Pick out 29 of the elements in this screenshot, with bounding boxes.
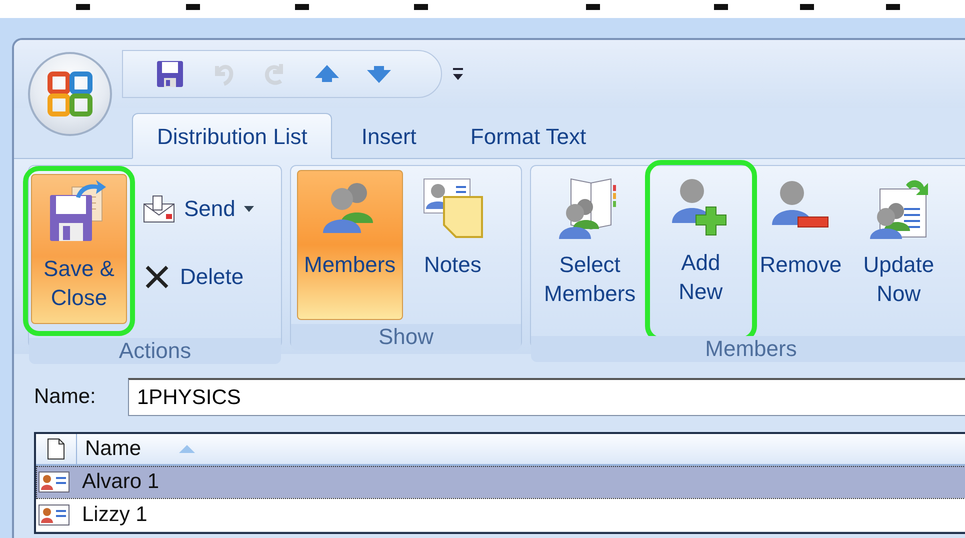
name-field[interactable]: 1PHYSICS bbox=[128, 378, 965, 416]
member-name: Alvaro 1 bbox=[82, 470, 160, 494]
group-label: Members bbox=[531, 336, 965, 362]
document-icon bbox=[46, 437, 66, 461]
send-button[interactable]: Send bbox=[137, 189, 260, 229]
remove-button[interactable]: Remove bbox=[752, 170, 849, 320]
envelope-icon bbox=[142, 194, 176, 224]
contact-card-icon bbox=[38, 504, 70, 526]
contact-card-icon bbox=[38, 471, 70, 493]
add-new-button[interactable]: Add New bbox=[652, 168, 749, 318]
group-label: Actions bbox=[29, 338, 281, 364]
column-header[interactable]: Name bbox=[76, 434, 198, 464]
member-row[interactable]: Lizzy 1 bbox=[36, 499, 965, 532]
office-logo-icon bbox=[47, 71, 93, 117]
members-button[interactable]: Members bbox=[297, 170, 403, 320]
delete-button[interactable]: Delete bbox=[137, 257, 249, 297]
notes-button[interactable]: Notes bbox=[404, 170, 501, 320]
ribbon-tab[interactable]: Distribution List bbox=[132, 113, 332, 159]
dropdown-icon bbox=[452, 66, 464, 82]
member-row[interactable]: Alvaro 1 bbox=[36, 466, 965, 499]
group-label: Show bbox=[291, 324, 521, 350]
name-label: Name: bbox=[34, 385, 97, 409]
customize-toolbar-button[interactable] bbox=[452, 66, 464, 82]
ribbon-tab[interactable]: Format Text bbox=[445, 113, 612, 159]
select-members-button[interactable]: Select Members bbox=[537, 170, 643, 320]
ribbon-tab[interactable]: Insert bbox=[336, 113, 442, 159]
update-now-button[interactable]: Update Now bbox=[850, 170, 947, 320]
save-close-button[interactable]: Save & Close bbox=[31, 174, 127, 324]
member-name: Lizzy 1 bbox=[82, 503, 148, 527]
